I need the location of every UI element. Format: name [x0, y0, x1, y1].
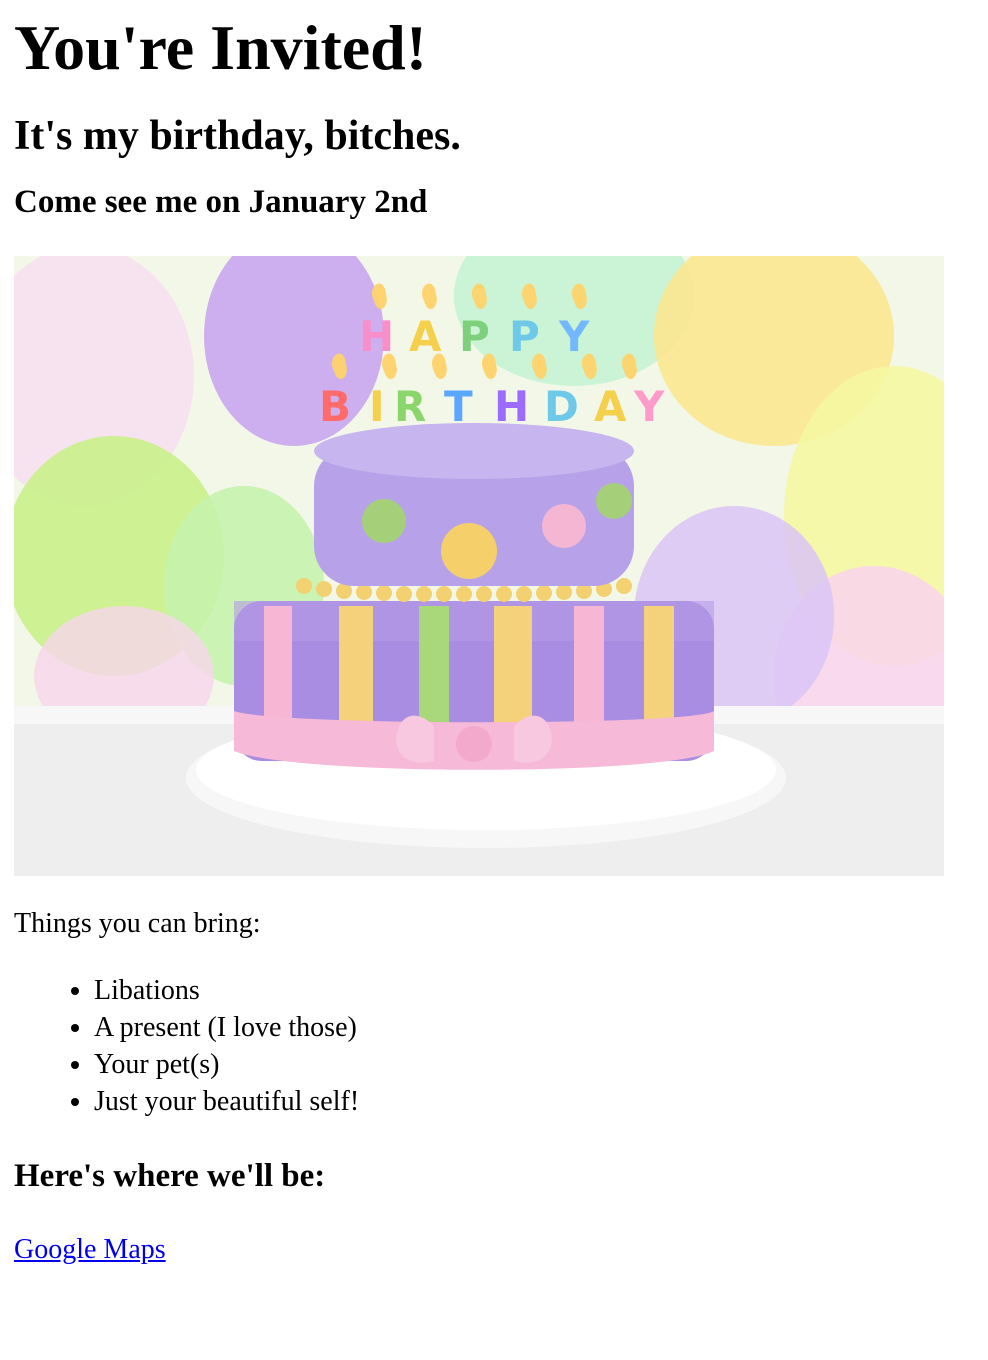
where-heading: Here's where we'll be:	[14, 1158, 326, 1194]
svg-text:R: R	[394, 382, 426, 431]
list-item: Just your beautiful self!	[94, 1083, 974, 1120]
svg-text:A: A	[594, 382, 627, 431]
bring-list: Libations A present (I love those) Your …	[14, 972, 974, 1120]
svg-text:D: D	[544, 382, 579, 431]
svg-text:I: I	[369, 382, 385, 431]
svg-text:Y: Y	[633, 382, 665, 431]
page-subtitle: It's my birthday, bitches.	[14, 113, 461, 159]
list-item: Your pet(s)	[94, 1046, 974, 1083]
svg-text:P: P	[459, 312, 490, 361]
list-item: A present (I love those)	[94, 1009, 974, 1046]
bring-intro: Things you can bring:	[14, 908, 261, 939]
svg-text:A: A	[409, 312, 442, 361]
svg-text:H: H	[494, 382, 529, 431]
page-title: You're Invited!	[14, 12, 428, 83]
svg-text:Y: Y	[558, 312, 590, 361]
svg-text:P: P	[509, 312, 540, 361]
list-item: Libations	[94, 972, 974, 1009]
svg-text:B: B	[319, 382, 351, 431]
invite-page: You're Invited! It's my birthday, bitche…	[0, 0, 988, 1360]
date-line: Come see me on January 2nd	[14, 184, 428, 220]
google-maps-link[interactable]: Google Maps	[14, 1232, 166, 1268]
birthday-cake-image: H A P P Y B I R T H D A Y	[14, 256, 944, 876]
svg-text:T: T	[444, 382, 473, 431]
